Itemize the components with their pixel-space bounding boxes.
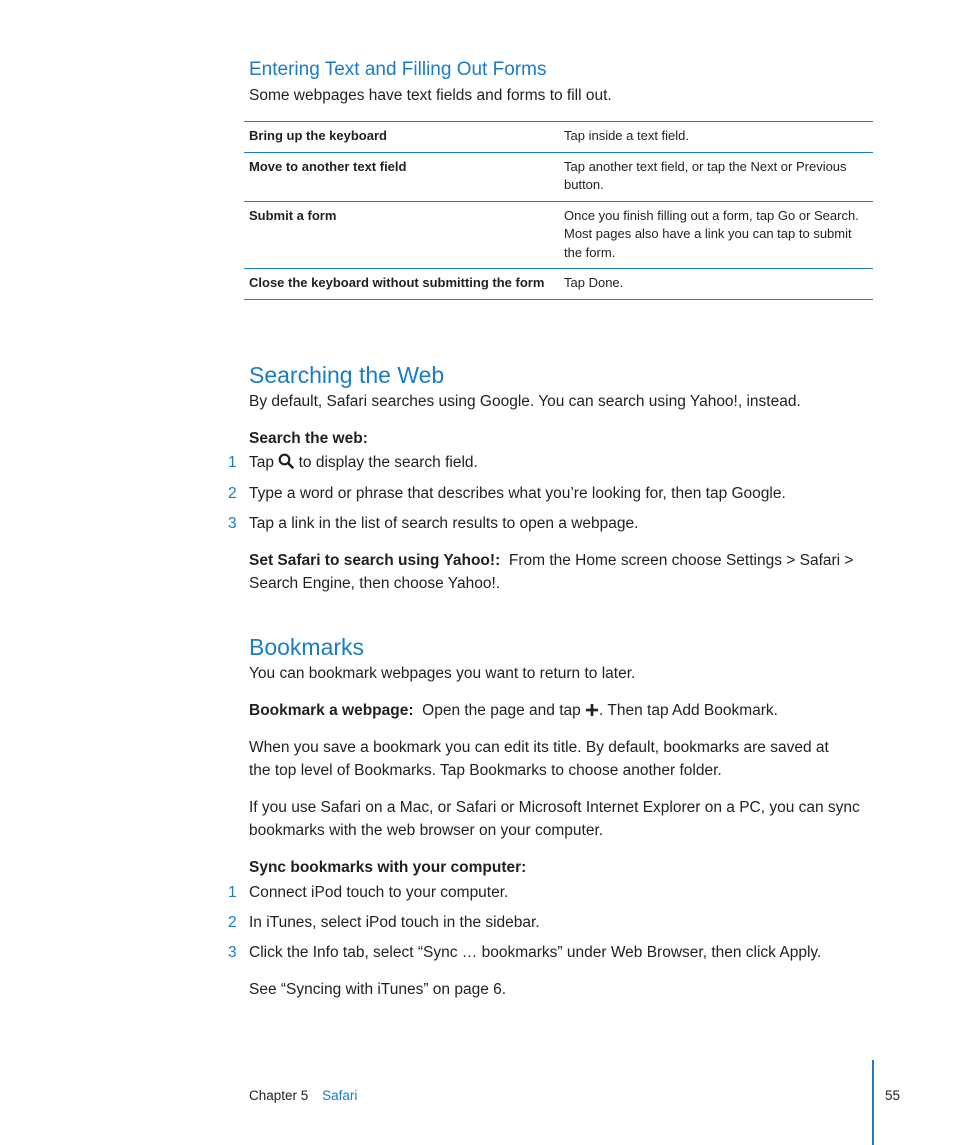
steps-label-search: Search the web: [249, 430, 368, 447]
bookmarks-para2-line2: bookmarks with the web browser on your c… [249, 822, 604, 839]
bookmark-label: Bookmark a webpage: [249, 702, 414, 719]
step-text-before: Tap [249, 454, 279, 471]
yahoo-text-line1: From the Home screen choose Settings > S… [508, 552, 854, 569]
step-number: 2 [228, 914, 237, 931]
plus-icon [585, 701, 599, 724]
step-number: 1 [228, 884, 237, 901]
table-cell-how: Once you finish filling out a form, tap … [559, 200, 873, 269]
step-number: 2 [228, 485, 237, 502]
step-text: Type a word or phrase that describes wha… [249, 485, 786, 502]
step-text: Tap to display the search field. [249, 451, 478, 476]
step-text: Click the Info tab, select “Sync … bookm… [249, 944, 822, 961]
step-text: Tap a link in the list of search results… [249, 515, 639, 532]
section-title-search: Searching the Web [249, 362, 445, 388]
table-row: Move to another text field Tap another t… [244, 151, 873, 201]
bookmark-instruction: Bookmark a webpage: Open the page and ta… [249, 699, 778, 724]
table-cell-action: Bring up the keyboard [244, 121, 559, 152]
bookmarks-para1-line1: When you save a bookmark you can edit it… [249, 739, 829, 756]
see-also-link[interactable]: See “Syncing with iTunes” on page 6. [249, 978, 506, 1001]
section-intro-forms: Some webpages have text fields and forms… [249, 87, 612, 104]
table-cell-action: Close the keyboard without submitting th… [244, 268, 559, 300]
table-row: Close the keyboard without submitting th… [244, 268, 873, 300]
bookmarks-para1-line2: the top level of Bookmarks. Tap Bookmark… [249, 762, 722, 779]
section-title-forms: Entering Text and Filling Out Forms [249, 59, 547, 80]
step-number: 1 [228, 454, 237, 471]
section-title-bookmarks: Bookmarks [249, 634, 365, 660]
footer-divider [872, 1060, 874, 1145]
search-icon [278, 453, 295, 476]
step-text: In iTunes, select iPod touch in the side… [249, 914, 540, 931]
table-row: Bring up the keyboard Tap inside a text … [244, 121, 873, 152]
section-intro-bookmarks: You can bookmark webpages you want to re… [249, 665, 636, 682]
section-intro-search: By default, Safari searches using Google… [249, 393, 801, 410]
step-number: 3 [228, 515, 237, 532]
table-cell-action: Move to another text field [244, 151, 559, 201]
step-text: Connect iPod touch to your computer. [249, 884, 509, 901]
page-number: 55 [885, 1088, 901, 1103]
table-cell-how: Tap Done. [559, 268, 873, 300]
footer-chapter-name: Safari [322, 1088, 358, 1103]
bookmark-text-after: . Then tap Add Bookmark. [599, 702, 778, 719]
table-cell-action: Submit a form [244, 200, 559, 269]
table-row: Submit a form Once you finish filling ou… [244, 200, 873, 269]
footer-chapter-number: Chapter 5 [249, 1088, 309, 1103]
footer-chapter: Chapter 5 Safari [249, 1088, 357, 1103]
step-text-after: to display the search field. [294, 454, 478, 471]
yahoo-label: Set Safari to search using Yahoo!: [249, 552, 501, 569]
forms-table: Bring up the keyboard Tap inside a text … [244, 121, 873, 300]
yahoo-text-line2: Search Engine, then choose Yahoo!. [249, 575, 501, 592]
table-cell-how: Tap inside a text field. [559, 121, 873, 152]
step-number: 3 [228, 944, 237, 961]
bookmark-text-before: Open the page and tap [422, 702, 586, 719]
bookmarks-para2-line1: If you use Safari on a Mac, or Safari or… [249, 799, 860, 816]
table-cell-how: Tap another text field, or tap the Next … [559, 151, 873, 201]
yahoo-instruction: Set Safari to search using Yahoo!: From … [249, 549, 853, 572]
steps-label-sync: Sync bookmarks with your computer: [249, 859, 527, 876]
